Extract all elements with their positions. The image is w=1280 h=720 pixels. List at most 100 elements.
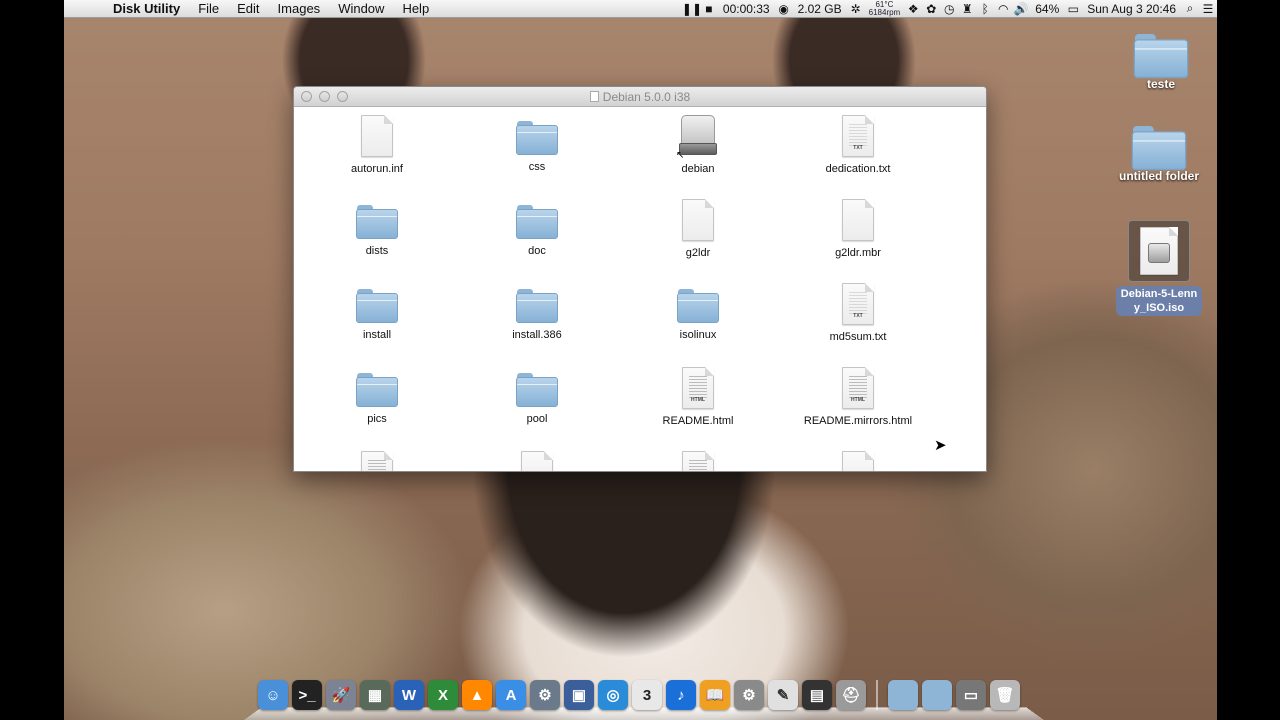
stop-icon[interactable]: ■ [700,2,718,16]
document-icon [842,199,874,241]
folder-icon [1133,34,1189,79]
trash-icon[interactable]: 🗑 [990,680,1020,710]
sync-icon[interactable]: ✿ [922,2,940,16]
file-item[interactable]: isolinux [618,283,778,341]
desktop-folder-untitled[interactable]: untitled folder [1109,126,1209,183]
spotlight-search-icon[interactable]: ⌕ [1181,1,1199,16]
file-item[interactable]: g2ldr [618,199,778,259]
file-item[interactable]: HTML README.mirrors.html [778,367,938,427]
network-utility-icon[interactable]: ⚙ [530,680,560,710]
menu-edit[interactable]: Edit [228,0,268,18]
fan-speed-value: 6184rpm [868,7,901,17]
document-icon [842,451,874,471]
file-item-label: README.mirrors.html [803,415,913,427]
file-item[interactable]: TXT dedication.txt [778,115,938,175]
menu-app-name[interactable]: Disk Utility [104,0,189,18]
file-item-label: debian [681,163,715,175]
activity-monitor-icon[interactable]: ▦ [360,680,390,710]
file-item[interactable]: doc [457,199,617,257]
recording-timer[interactable]: 00:00:33 [718,0,775,18]
folder-icon [1131,126,1187,171]
volume-icon-small [589,91,599,102]
file-item-label: README.html [662,415,734,427]
desktop-item-label: Debian-5-Lenny_ISO.iso [1116,286,1202,316]
memory-readout[interactable]: 2.02 GB [793,0,847,18]
memory-icon: ◉ [778,1,789,16]
calendar-icon[interactable]: 3 [632,680,662,710]
file-item[interactable]: HTML README.html [618,367,778,427]
file-type-tag: HTML [851,397,865,403]
file-item[interactable]: install.386 [457,283,617,341]
menu-help[interactable]: Help [393,0,438,18]
bluetooth-icon[interactable]: ᛒ [976,2,994,16]
safari-icon[interactable]: ◎ [598,680,628,710]
file-item-label: md5sum.txt [829,331,887,343]
temperature-readout[interactable]: 61°C 6184rpm [865,0,905,17]
vlc-icon[interactable]: ▲ [462,680,492,710]
word-icon[interactable]: W [394,680,424,710]
file-item[interactable]: pics [297,367,457,425]
file-item-partial[interactable] [457,451,617,471]
file-item-label: install.386 [512,329,562,341]
document-icon [682,451,714,471]
folder-icon [677,289,719,323]
battery-percent[interactable]: 64% [1030,0,1064,18]
file-item-partial[interactable] [618,451,778,471]
html-file-icon: HTML [842,367,874,409]
finder-icon[interactable]: ☺ [258,680,288,710]
app-store-icon[interactable]: A [496,680,526,710]
html-file-icon: HTML [682,367,714,409]
clock[interactable]: Sun Aug 3 20:46 [1082,0,1181,18]
wifi-icon[interactable]: ◠ [994,2,1012,16]
file-item-partial[interactable] [778,451,938,471]
folder-icon [356,289,398,323]
disk-image-icon [1140,227,1178,275]
system-preferences-icon[interactable]: ⚙ [734,680,764,710]
desktop-item-label: untitled folder [1119,169,1199,183]
finder-window[interactable]: Debian 5.0.0 i38 autorun.inf css ↖ debian TX… [293,86,987,472]
notification-center-icon[interactable]: ☰ [1199,2,1217,16]
dropbox-icon[interactable]: ❖ [904,2,922,16]
folder-icon [356,205,398,239]
file-item[interactable]: TXT md5sum.txt [778,283,938,343]
desktop-folder-teste[interactable]: teste [1111,34,1211,91]
file-item-label: doc [528,245,546,257]
file-item[interactable]: g2ldr.mbr [778,199,938,259]
file-item[interactable]: install [297,283,457,341]
dock: ☺ >_ 🚀 ▦ W X ▲ A ⚙ ▣ ◎ 3 ♪ 📖 ⚙ ✎ ▤ ⛑ ▭ 🗑 [244,676,1044,720]
file-item[interactable]: ↖ debian [618,115,778,175]
preview-icon[interactable]: ▣ [564,680,594,710]
file-item[interactable]: css [457,115,617,173]
menu-window[interactable]: Window [329,0,393,18]
ibooks-icon[interactable]: 📖 [700,680,730,710]
file-item-label: pics [367,413,387,425]
folder-icon [516,205,558,239]
user-icon[interactable]: ♜ [958,2,976,16]
launchpad-icon[interactable]: 🚀 [326,680,356,710]
excel-icon[interactable]: X [428,680,458,710]
file-item-label: dedication.txt [825,163,891,175]
iso-selection-frame [1128,220,1190,282]
desktop-iso-file[interactable]: Debian-5-Lenny_ISO.iso [1109,220,1209,316]
disk-utility-icon[interactable]: ⛑ [836,680,866,710]
downloads-stack-icon[interactable]: ▭ [956,680,986,710]
documents-stack-icon[interactable] [922,680,952,710]
file-item[interactable]: pool [457,367,617,425]
photo-booth-icon[interactable]: ▤ [802,680,832,710]
file-item-partial[interactable] [297,451,457,471]
file-item[interactable]: dists [297,199,457,257]
pause-icon[interactable]: ❚❚ [682,2,702,16]
menu-file[interactable]: File [189,0,228,18]
file-item-label: install [362,329,392,341]
battery-icon[interactable]: ▭ [1064,2,1082,16]
textedit-icon[interactable]: ✎ [768,680,798,710]
menu-images[interactable]: Images [269,0,330,18]
text-file-icon: TXT [842,115,874,157]
file-item[interactable]: autorun.inf [297,115,457,175]
itunes-icon[interactable]: ♪ [666,680,696,710]
volume-icon[interactable]: 🔊 [1012,2,1030,16]
window-titlebar[interactable]: Debian 5.0.0 i38 [294,87,986,107]
time-machine-icon[interactable]: ◷ [940,2,958,16]
applications-stack-icon[interactable] [888,680,918,710]
terminal-icon[interactable]: >_ [292,680,322,710]
